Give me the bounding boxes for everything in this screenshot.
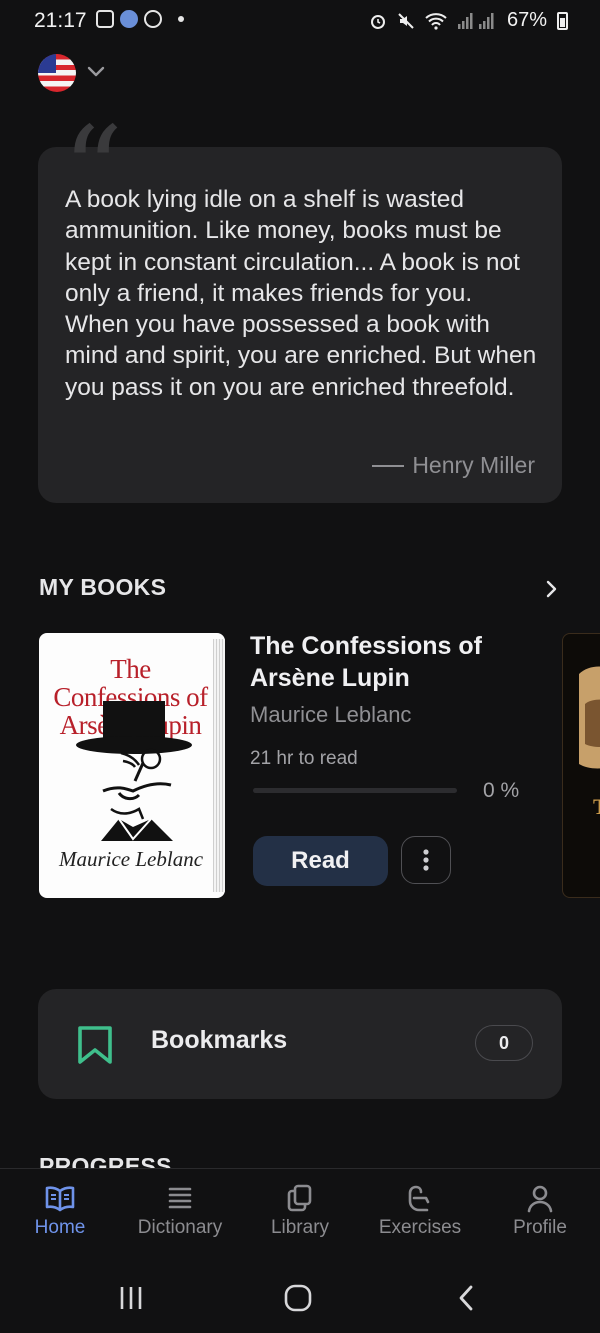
- quote-author-name: Henry Miller: [412, 452, 535, 478]
- user-icon: [527, 1185, 553, 1213]
- status-bar: 21:17 67%: [0, 0, 600, 44]
- progress-section-title: PROGRESS: [39, 1153, 172, 1169]
- book-author: Maurice Leblanc: [250, 702, 412, 727]
- read-button[interactable]: Read: [253, 836, 388, 886]
- nav-home[interactable]: Home: [0, 1183, 120, 1239]
- quote-text: A book lying idle on a shelf is wasted a…: [65, 186, 537, 401]
- notification-icons: [96, 10, 184, 28]
- nav-profile-label: Profile: [513, 1217, 567, 1238]
- back-button[interactable]: [454, 1283, 480, 1313]
- nav-profile[interactable]: Profile: [480, 1183, 600, 1239]
- nav-exercises-label: Exercises: [378, 1217, 462, 1238]
- signal-icon: [457, 12, 494, 29]
- next-book-cover[interactable]: T: [562, 633, 600, 898]
- wifi-icon: [425, 12, 447, 30]
- gallery-notification-icon: [96, 10, 114, 28]
- book-read-time: 21 hr to read: [250, 748, 358, 769]
- bookmark-icon: [78, 1026, 112, 1064]
- b-notification-icon: [144, 10, 162, 28]
- exercises-icon: [408, 1185, 430, 1212]
- book-cover[interactable]: The Confessions of Arsène Lupin Maurice …: [39, 633, 225, 898]
- copy-icon: [287, 1184, 312, 1212]
- list-icon: [168, 1187, 192, 1209]
- battery-icon: [557, 11, 568, 30]
- chevron-down-icon[interactable]: [86, 62, 106, 82]
- more-options-button[interactable]: [401, 836, 451, 884]
- bookmarks-count-badge: 0: [475, 1025, 533, 1061]
- nav-library-label: Library: [270, 1217, 330, 1238]
- svg-text:T: T: [593, 794, 600, 819]
- us-flag-icon[interactable]: [38, 54, 76, 92]
- cover-author: Maurice Leblanc: [58, 847, 204, 871]
- quote-author: Henry Miller: [372, 452, 535, 479]
- recent-apps-button[interactable]: [118, 1284, 146, 1312]
- system-navigation-bar: [0, 1262, 600, 1333]
- mute-icon: [398, 12, 414, 29]
- reading-progress-bar: [253, 788, 457, 793]
- nav-library[interactable]: Library: [240, 1183, 360, 1239]
- bookmarks-label: Bookmarks: [151, 1026, 288, 1054]
- next-cover-art: T: [579, 666, 600, 819]
- alarm-icon: [370, 14, 385, 29]
- book-open-icon: [45, 1186, 75, 1212]
- my-books-title: MY BOOKS: [39, 574, 167, 600]
- more-vertical-icon: [423, 849, 429, 871]
- cover-illustration: [76, 701, 192, 841]
- system-indicators: 67%: [369, 9, 568, 32]
- reading-progress-label: 0 %: [483, 779, 520, 802]
- home-button[interactable]: [283, 1283, 313, 1313]
- globe-notification-icon: [120, 10, 138, 28]
- nav-home-label: Home: [34, 1217, 86, 1238]
- status-time: 21:17: [34, 9, 87, 32]
- more-notifications-dot: [178, 16, 184, 22]
- bottom-navigation: Home Dictionary Library Exercises Profil…: [0, 1168, 600, 1263]
- nav-dictionary[interactable]: Dictionary: [120, 1183, 240, 1239]
- nav-exercises[interactable]: Exercises: [360, 1183, 480, 1239]
- book-title[interactable]: The Confessions of Arsène Lupin: [250, 630, 550, 694]
- nav-dictionary-label: Dictionary: [137, 1217, 223, 1238]
- battery-percent: 67%: [506, 9, 547, 31]
- chevron-right-icon[interactable]: [540, 578, 562, 600]
